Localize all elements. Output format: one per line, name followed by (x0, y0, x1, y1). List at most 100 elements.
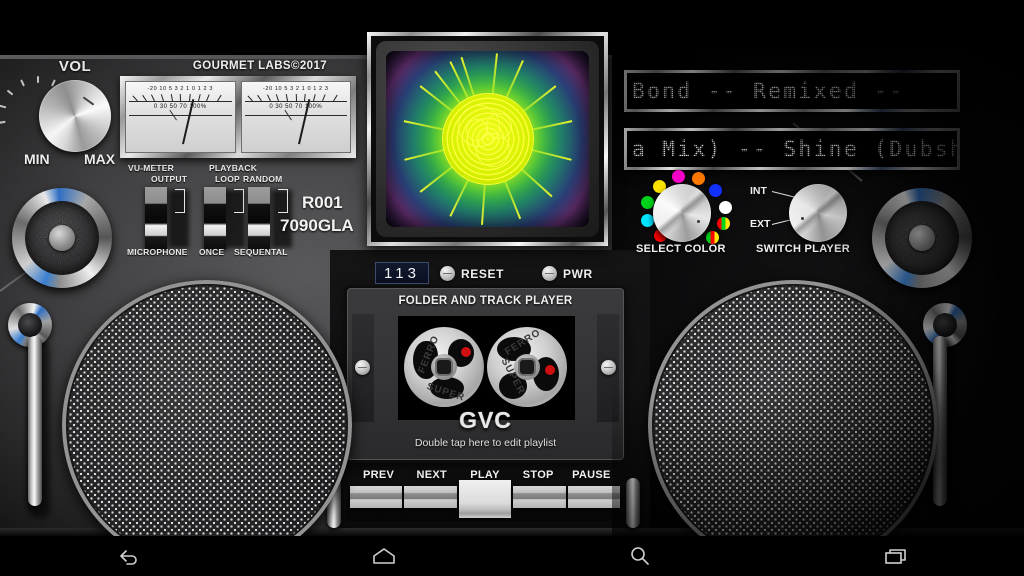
reel-indicator-left (461, 347, 471, 357)
switch-label-sequental: SEQUENTAL (234, 247, 288, 257)
brand-label: GOURMET LABS©2017 (192, 60, 328, 72)
switch-bracket (234, 189, 244, 213)
switch-label-output: OUTPUT (151, 174, 188, 184)
deck-screw-left (355, 360, 370, 375)
crt-bezel (367, 32, 608, 246)
pause-button[interactable] (567, 486, 621, 508)
handle-left[interactable] (28, 336, 42, 506)
switch-player-int-label: INT (750, 185, 767, 197)
switch-player-knob[interactable] (789, 184, 847, 242)
label-next: NEXT (416, 469, 448, 481)
vu-scale-db: -20 10 5 3 2 1 0 1 2 3 (147, 86, 213, 92)
woofer-left (62, 280, 352, 570)
folder-track-player[interactable]: FOLDER AND TRACK PLAYER FERRO SUPER FERR… (347, 288, 624, 460)
home-icon (369, 545, 399, 567)
visualizer-orb (441, 93, 534, 185)
reel-indicator-right (545, 365, 555, 375)
color-dot-magenta[interactable] (672, 170, 685, 183)
deck-screw-right (601, 360, 616, 375)
color-dot-blue[interactable] (709, 184, 722, 197)
switch-label-loop: LOOP (215, 174, 240, 184)
switch-label-microphone: MICROPHONE (127, 247, 188, 257)
cassette-reel-left: FERRO SUPER (404, 327, 484, 407)
vu-scale-percent: 0 30 50 70 100% (269, 104, 323, 110)
prev-button[interactable] (350, 486, 403, 508)
color-dot-white[interactable] (719, 201, 732, 214)
select-color-knob[interactable] (653, 184, 711, 242)
play-button[interactable] (458, 480, 512, 518)
display-line1[interactable]: Bond -- Remixed -- (627, 73, 957, 109)
deck-hint[interactable]: Double tap here to edit playlist (348, 437, 623, 449)
volume-min-label: MIN (24, 151, 50, 167)
nav-search-button[interactable] (512, 536, 768, 576)
model-code-line2: 7090GLA (280, 216, 354, 235)
knob-tick (37, 76, 39, 83)
vu-meter-left: -20 10 5 3 2 1 0 1 2 3 0 30 50 70 100% (125, 81, 236, 153)
cassette-reel-right: FERRO SUPER (487, 327, 567, 407)
display-line2-text: a Mix) -- Shine (Dubshak (632, 137, 957, 161)
color-dot-multi-1[interactable] (717, 217, 730, 230)
switch-label-vu-meter: VU-METER (128, 163, 174, 173)
vu-scale-percent: 0 30 50 70 100% (153, 104, 207, 110)
switch-random-sequental[interactable] (248, 187, 270, 249)
power-label: PWR (563, 267, 593, 281)
volume-knob[interactable] (39, 80, 111, 152)
display-line1-bezel: Bond -- Remixed -- (624, 70, 960, 112)
display-line1-text: Bond -- Remixed -- (632, 79, 905, 103)
vu-scale-db: -20 10 5 3 2 1 0 1 2 3 (263, 86, 329, 92)
label-pause: PAUSE (572, 469, 611, 481)
transport-rail-right (626, 478, 640, 528)
woofer-right (648, 280, 938, 570)
switch-vu-meter-output[interactable] (145, 187, 167, 249)
switch-player-ext-label: EXT (750, 218, 771, 230)
nav-home-button[interactable] (256, 536, 512, 576)
vu-meter-right: -20 10 5 3 2 1 0 1 2 3 0 30 50 70 100% (240, 81, 351, 153)
vu-arc-line (129, 101, 232, 102)
tweeter-right (872, 188, 972, 288)
reset-button[interactable] (440, 266, 455, 281)
color-dot-green[interactable] (641, 196, 654, 209)
volume-knob-group[interactable]: VOL MIN MAX (0, 58, 130, 173)
model-code-line1: R001 (302, 193, 343, 212)
android-navbar (0, 536, 1024, 576)
switch-playback-loop[interactable] (204, 187, 226, 249)
back-arrow-icon (115, 545, 141, 567)
nav-back-button[interactable] (0, 536, 256, 576)
switch-label-random: RANDOM (243, 174, 283, 184)
switch-label-playback: PLAYBACK (209, 163, 258, 173)
tweeter-dome-left (49, 225, 75, 251)
tweeter-dome-right (909, 225, 935, 251)
vu-arc-line (244, 101, 347, 102)
reset-label: RESET (461, 267, 505, 281)
deck-brand: GVC (459, 407, 512, 433)
label-prev: PREV (363, 469, 395, 481)
track-counter: 113 (375, 262, 429, 284)
switch-player-caption: SWITCH PLAYER (756, 243, 850, 255)
volume-label: VOL (58, 58, 92, 75)
display-line2[interactable]: a Mix) -- Shine (Dubshak (627, 131, 957, 167)
cassette-window: FERRO SUPER FERRO SUPER (398, 316, 575, 420)
track-counter-value: 113 (384, 264, 420, 282)
switch-label-once: ONCE (199, 247, 225, 257)
next-button[interactable] (404, 486, 457, 508)
volume-max-label: MAX (84, 151, 116, 167)
vu-arc-line-2 (244, 115, 347, 116)
switch-bracket (278, 189, 288, 213)
switch-bracket (175, 189, 185, 213)
vu-arc-line-2 (129, 115, 232, 116)
stop-button[interactable] (513, 486, 566, 508)
transport-bar (346, 480, 624, 521)
deck-title: FOLDER AND TRACK PLAYER (398, 295, 573, 307)
label-stop: STOP (522, 469, 554, 481)
display-line2-bezel: a Mix) -- Shine (Dubshak (624, 128, 960, 170)
power-button[interactable] (542, 266, 557, 281)
crt-visualizer[interactable] (386, 51, 589, 227)
search-icon (627, 544, 653, 568)
vu-meter-panel: -20 10 5 3 2 1 0 1 2 3 0 30 50 70 100% -… (120, 76, 356, 158)
knob-tick (20, 79, 25, 87)
nav-recents-button[interactable] (768, 536, 1024, 576)
color-dot-orange[interactable] (692, 172, 705, 185)
recents-icon (882, 545, 910, 567)
boombox-app: VOL MIN MAX GOURMET LABS©2017 -20 10 5 3… (0, 0, 1024, 576)
color-dot-cyan[interactable] (641, 214, 654, 227)
